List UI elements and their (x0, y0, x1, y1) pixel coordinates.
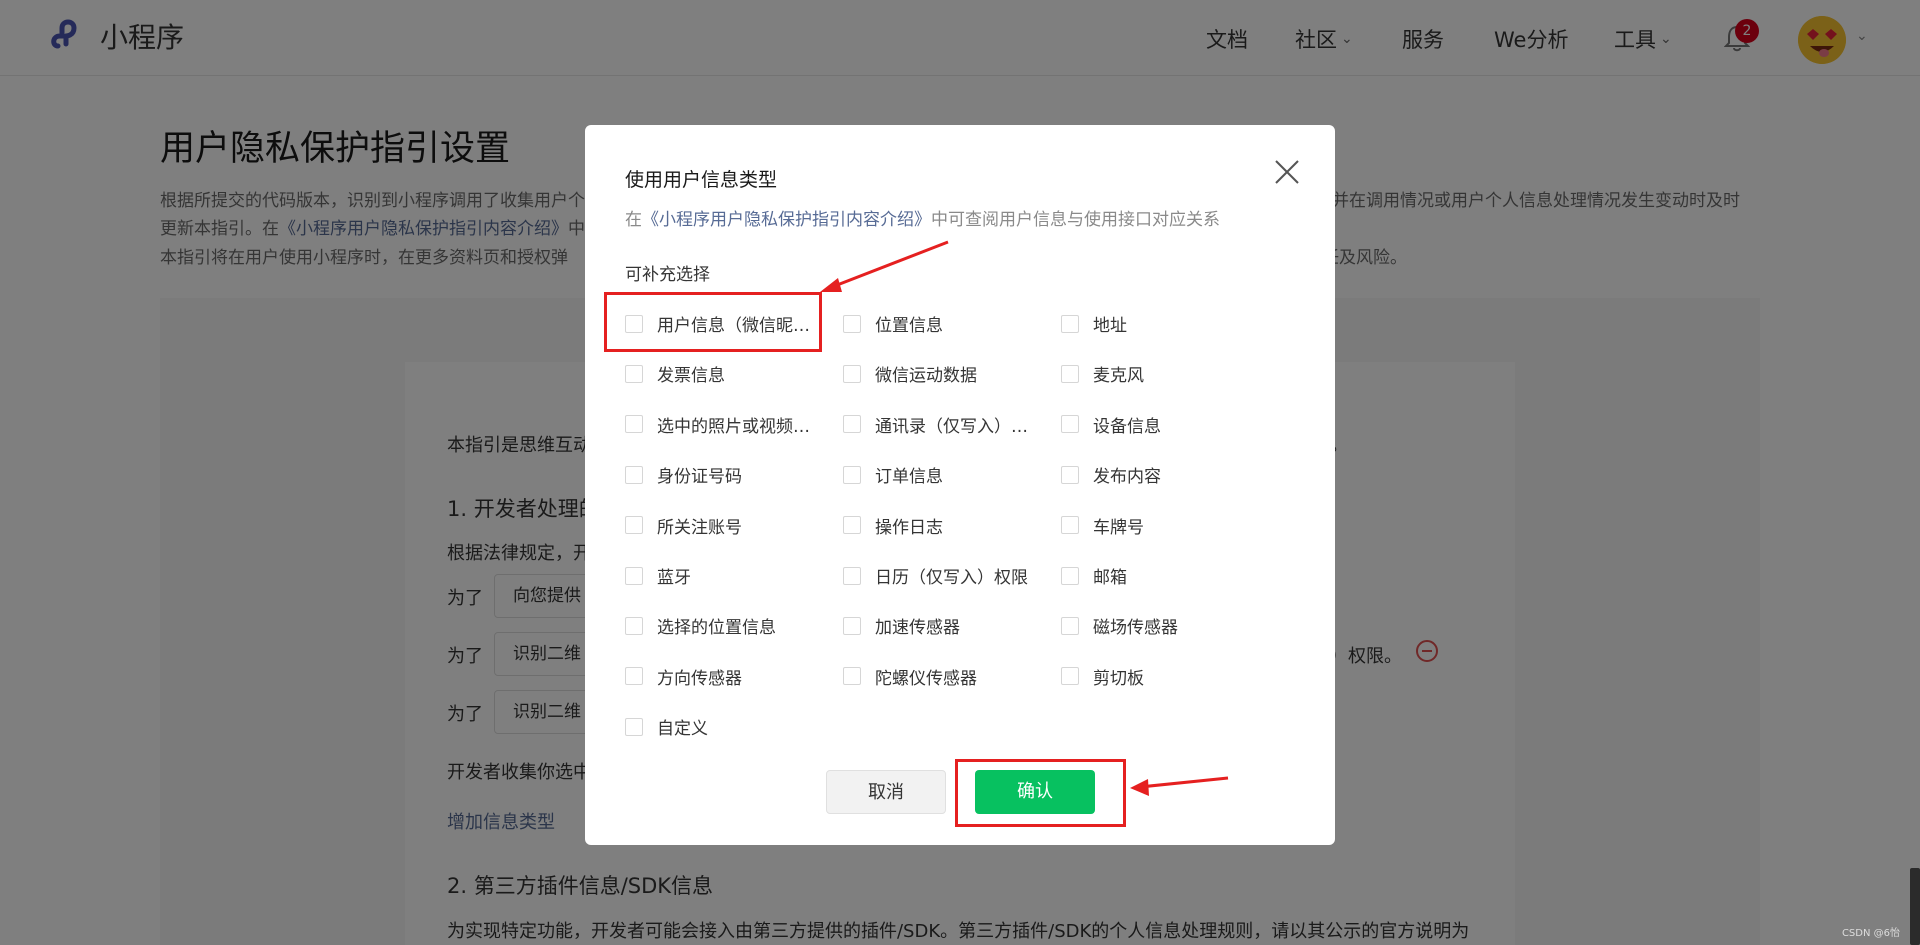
checkbox[interactable] (625, 516, 643, 535)
close-icon[interactable] (1270, 155, 1304, 189)
checkbox-label: 剪切板 (1093, 668, 1144, 689)
info-type-checkbox-option[interactable]: 设备信息 (1061, 412, 1161, 437)
info-type-checkbox-option[interactable]: 蓝牙 (625, 563, 691, 588)
info-type-checkbox-option[interactable]: 方向传感器 (625, 664, 742, 689)
info-type-checkbox-option[interactable]: 磁场传感器 (1061, 613, 1178, 638)
subtitle-text: 中可查阅用户信息与使用接口对应关系 (931, 210, 1220, 230)
info-type-checkbox-option[interactable]: 陀螺仪传感器 (843, 664, 977, 689)
info-type-checkbox-option[interactable]: 发票信息 (625, 361, 725, 386)
checkbox[interactable] (625, 465, 643, 484)
info-type-checkbox-option[interactable]: 剪切板 (1061, 664, 1144, 689)
optional-section-label: 可补充选择 (625, 265, 710, 285)
info-type-checkbox-option[interactable]: 位置信息 (843, 311, 943, 336)
checkbox[interactable] (843, 364, 861, 383)
checkbox[interactable] (625, 667, 643, 686)
checkbox[interactable] (625, 415, 643, 434)
checkbox[interactable] (625, 616, 643, 635)
subtitle-text: 在 (625, 210, 642, 230)
highlight-box-user-info (604, 292, 822, 352)
checkbox[interactable] (1061, 516, 1079, 535)
info-type-checkbox-option[interactable]: 操作日志 (843, 513, 943, 538)
info-type-checkbox-option[interactable]: 发布内容 (1061, 462, 1161, 487)
checkbox-label: 自定义 (657, 719, 708, 740)
watermark: CSDN @6怡 (1841, 928, 1900, 939)
side-widget[interactable] (1910, 868, 1920, 945)
checkbox-label: 车牌号 (1093, 517, 1144, 538)
cancel-button[interactable]: 取消 (826, 770, 946, 814)
checkbox-label: 通讯录（仅写入）… (875, 416, 1028, 437)
info-type-checkbox-option[interactable]: 麦克风 (1061, 361, 1144, 386)
checkbox[interactable] (843, 314, 861, 333)
checkbox-label: 日历（仅写入）权限 (875, 568, 1028, 588)
info-type-checkbox-option[interactable]: 通讯录（仅写入）… (843, 412, 1028, 437)
checkbox[interactable] (843, 516, 861, 535)
dialog-subtitle: 在《小程序用户隐私保护指引内容介绍》中可查阅用户信息与使用接口对应关系 (625, 205, 1220, 230)
checkbox[interactable] (843, 465, 861, 484)
checkbox[interactable] (625, 566, 643, 585)
checkbox[interactable] (1061, 364, 1079, 383)
checkbox-label: 选中的照片或视频… (657, 416, 810, 437)
checkbox[interactable] (843, 667, 861, 686)
checkbox-label: 订单信息 (875, 467, 943, 488)
info-type-checkbox-option[interactable]: 加速传感器 (843, 613, 960, 638)
checkbox-label: 微信运动数据 (875, 366, 977, 387)
checkbox-label: 加速传感器 (875, 618, 960, 639)
checkbox-label: 蓝牙 (657, 568, 691, 588)
checkbox-label: 麦克风 (1093, 366, 1144, 387)
privacy-guide-intro-link[interactable]: 《小程序用户隐私保护指引内容介绍》 (642, 210, 931, 230)
checkbox-label: 设备信息 (1093, 416, 1161, 437)
checkbox[interactable] (1061, 415, 1079, 434)
dialog-title: 使用用户信息类型 (625, 169, 778, 191)
checkbox[interactable] (843, 566, 861, 585)
info-type-checkbox-option[interactable]: 自定义 (625, 714, 708, 739)
checkbox-label: 操作日志 (875, 517, 943, 538)
checkbox[interactable] (625, 717, 643, 736)
checkbox-label: 发票信息 (657, 366, 725, 387)
info-type-checkbox-option[interactable]: 日历（仅写入）权限 (843, 563, 1028, 588)
info-type-checkbox-option[interactable]: 身份证号码 (625, 462, 742, 487)
checkbox-label: 选择的位置信息 (657, 618, 776, 639)
info-type-checkbox-option[interactable]: 选择的位置信息 (625, 613, 776, 638)
checkbox-label: 地址 (1093, 316, 1127, 336)
checkbox-label: 陀螺仪传感器 (875, 668, 977, 689)
checkbox-label: 位置信息 (875, 316, 943, 336)
checkbox[interactable] (1061, 667, 1079, 686)
checkbox-label: 身份证号码 (657, 467, 742, 488)
checkbox-label: 邮箱 (1093, 568, 1127, 588)
checkbox[interactable] (1061, 616, 1079, 635)
checkbox[interactable] (1061, 314, 1079, 333)
checkbox[interactable] (843, 415, 861, 434)
info-type-checkbox-option[interactable]: 所关注账号 (625, 513, 742, 538)
checkbox-label: 方向传感器 (657, 668, 742, 689)
user-info-type-dialog: 使用用户信息类型 在《小程序用户隐私保护指引内容介绍》中可查阅用户信息与使用接口… (585, 125, 1335, 845)
checkbox[interactable] (843, 616, 861, 635)
highlight-box-confirm (955, 759, 1126, 827)
checkbox[interactable] (1061, 566, 1079, 585)
checkbox-label: 发布内容 (1093, 467, 1161, 488)
checkbox-label: 所关注账号 (657, 517, 742, 538)
checkbox[interactable] (1061, 465, 1079, 484)
checkbox[interactable] (625, 364, 643, 383)
info-type-checkbox-option[interactable]: 订单信息 (843, 462, 943, 487)
info-type-checkbox-option[interactable]: 地址 (1061, 311, 1127, 336)
checkbox-label: 磁场传感器 (1093, 618, 1178, 639)
info-type-checkbox-option[interactable]: 选中的照片或视频… (625, 412, 810, 437)
info-type-checkbox-option[interactable]: 邮箱 (1061, 563, 1127, 588)
info-type-checkbox-option[interactable]: 车牌号 (1061, 513, 1144, 538)
info-type-checkbox-option[interactable]: 微信运动数据 (843, 361, 977, 386)
